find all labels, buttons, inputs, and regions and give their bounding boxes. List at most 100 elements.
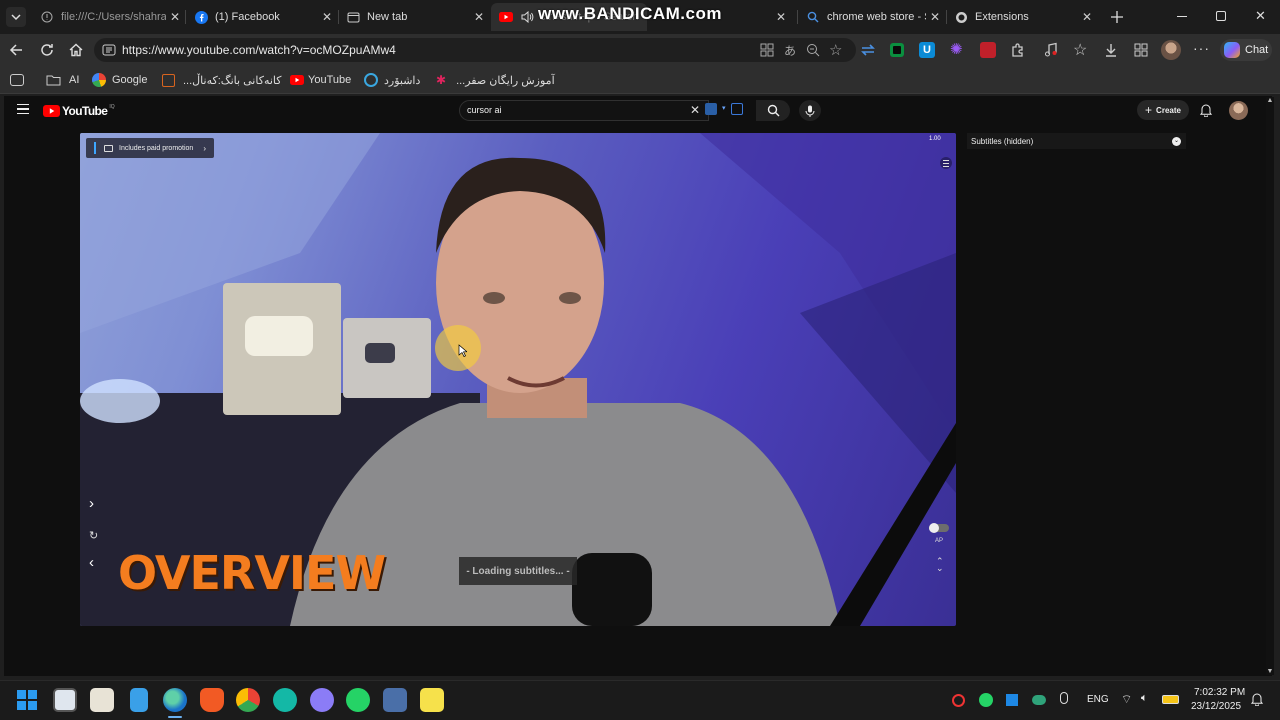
edge-browser-icon[interactable] bbox=[163, 688, 187, 712]
close-icon[interactable]: ✕ bbox=[926, 10, 944, 24]
restore-button[interactable] bbox=[1216, 11, 1226, 21]
volume-icon[interactable]: 🔈︎ bbox=[1141, 692, 1148, 705]
bookmark-kanal[interactable]: کانەکانی بانگ‌:کەناڵ... bbox=[162, 72, 282, 88]
language-indicator[interactable]: ENG bbox=[1087, 694, 1109, 705]
downloads-icon[interactable] bbox=[1103, 42, 1119, 58]
search-input[interactable]: cursor ai bbox=[467, 105, 502, 115]
zoom-icon[interactable] bbox=[806, 43, 820, 57]
bookmark-ai[interactable]: AI bbox=[46, 72, 79, 88]
chevron-left-icon[interactable]: ‹ bbox=[89, 554, 94, 571]
subtitles-panel[interactable]: Subtitles (hidden) ⌄ bbox=[967, 133, 1186, 149]
translate-icon[interactable]: あ bbox=[784, 42, 796, 59]
notification-bell-icon[interactable] bbox=[1250, 692, 1264, 707]
reload-icon[interactable]: ↻ bbox=[89, 529, 98, 542]
sync-icon[interactable] bbox=[860, 42, 876, 58]
chrome-browser-icon[interactable] bbox=[236, 688, 260, 712]
minimize-button[interactable] bbox=[1177, 16, 1187, 17]
menu-icon[interactable] bbox=[17, 104, 29, 114]
copilot-chat-button[interactable]: Chat bbox=[1220, 39, 1272, 61]
close-icon[interactable]: ✕ bbox=[776, 10, 786, 24]
dropdown-icon[interactable]: ▾ bbox=[722, 103, 726, 115]
create-button[interactable]: + Create bbox=[1137, 100, 1189, 120]
more-menu-icon[interactable]: ··· bbox=[1193, 40, 1210, 56]
tab-title: New tab bbox=[367, 11, 408, 23]
extension-green-icon[interactable] bbox=[890, 43, 904, 57]
close-icon[interactable]: ✕ bbox=[1078, 10, 1096, 24]
sticky-notes-icon[interactable] bbox=[420, 688, 444, 712]
player-menu-icon[interactable] bbox=[940, 157, 952, 169]
bookmark-dashboard[interactable]: داشبۆرد bbox=[364, 72, 420, 88]
home-button[interactable] bbox=[68, 42, 84, 58]
profile-avatar[interactable] bbox=[1161, 40, 1181, 60]
voice-search-button[interactable] bbox=[799, 100, 821, 121]
close-icon[interactable]: ✕ bbox=[318, 10, 336, 24]
tray-blue-icon[interactable] bbox=[1006, 694, 1018, 706]
close-icon[interactable]: ✕ bbox=[166, 10, 184, 24]
tab-chrome-web-store[interactable]: chrome web store - Sea ✕ bbox=[798, 3, 944, 31]
media-control-icon[interactable] bbox=[1043, 42, 1059, 58]
windows-start-icon[interactable] bbox=[17, 690, 37, 710]
extension-red-icon[interactable] bbox=[980, 42, 996, 58]
clear-search-icon[interactable]: ✕ bbox=[690, 103, 700, 117]
tab-extensions[interactable]: Extensions ✕ bbox=[946, 3, 1096, 31]
battery-icon[interactable] bbox=[1162, 695, 1179, 704]
speaker-icon[interactable] bbox=[520, 11, 534, 23]
favorite-star-icon[interactable]: ☆ bbox=[829, 41, 842, 59]
search-extension-icons[interactable]: ▾ bbox=[705, 103, 743, 115]
whatsapp-tray-icon[interactable] bbox=[979, 693, 993, 707]
tab-title: Extensions bbox=[975, 11, 1029, 23]
file-explorer-icon[interactable] bbox=[383, 688, 407, 712]
bookmark-google[interactable]: Google bbox=[92, 72, 147, 88]
record-icon[interactable] bbox=[952, 694, 965, 707]
playback-speed[interactable]: 1.00 bbox=[929, 136, 941, 142]
app-circle-icon[interactable] bbox=[310, 688, 334, 712]
wifi-icon[interactable]: ⌔ bbox=[1121, 692, 1132, 707]
address-bar[interactable]: https://www.youtube.com/watch?v=ocMOZpuA… bbox=[94, 38, 856, 62]
notes-app-icon[interactable] bbox=[130, 688, 148, 712]
video-player[interactable]: Includes paid promotion › 1.00 › ↻ ‹ OVE… bbox=[80, 133, 956, 626]
tray-cloud-icon[interactable] bbox=[1032, 695, 1046, 705]
collections-icon[interactable] bbox=[1133, 42, 1149, 58]
search-button[interactable] bbox=[756, 100, 790, 121]
bookmark-free-training[interactable]: ✱ آموزش رایگان صفر... bbox=[436, 72, 555, 88]
notepad-app-icon[interactable] bbox=[53, 688, 77, 712]
favorites-icon[interactable]: ☆ bbox=[1073, 40, 1087, 60]
cursor-editor-icon[interactable] bbox=[273, 688, 297, 712]
site-info-icon[interactable] bbox=[96, 44, 122, 56]
brave-browser-icon[interactable] bbox=[200, 688, 224, 712]
clock-date[interactable]: 23/12/2025 bbox=[1191, 701, 1241, 712]
page-scrollbar[interactable]: ▲ ▼ bbox=[1266, 97, 1274, 675]
account-avatar[interactable] bbox=[1229, 101, 1248, 120]
bookmark-youtube[interactable]: YouTube bbox=[290, 72, 351, 88]
search-box[interactable]: cursor ai ✕ bbox=[459, 100, 709, 121]
extension-u-icon[interactable]: U bbox=[919, 42, 935, 58]
subtitle-extension-icon[interactable] bbox=[730, 103, 743, 115]
clock-time[interactable]: 7:02:32 PM bbox=[1194, 687, 1245, 698]
expand-icon[interactable]: ⌃ ⌄ bbox=[936, 557, 944, 573]
chevron-right-icon[interactable]: › bbox=[89, 495, 94, 512]
tab-new-tab[interactable]: New tab ✕ bbox=[338, 3, 488, 31]
autoplay-toggle[interactable] bbox=[929, 523, 949, 533]
notifications-icon[interactable] bbox=[1199, 103, 1213, 118]
extension-gear-purple-icon[interactable]: ✺ bbox=[950, 42, 966, 58]
whatsapp-icon[interactable] bbox=[346, 688, 370, 712]
back-button[interactable] bbox=[8, 42, 24, 58]
tab-file[interactable]: file:///C:/Users/shahram ✕ bbox=[32, 3, 184, 31]
paint-app-icon[interactable] bbox=[90, 688, 114, 712]
chevron-down-icon[interactable]: ⌄ bbox=[1172, 136, 1181, 146]
tab-list-button[interactable] bbox=[6, 7, 26, 27]
tab-actions-icon[interactable] bbox=[10, 74, 24, 86]
apps-icon[interactable] bbox=[760, 43, 774, 57]
extensions-puzzle-icon[interactable] bbox=[1010, 42, 1026, 58]
paid-promotion-badge[interactable]: Includes paid promotion › bbox=[86, 138, 214, 158]
close-window-button[interactable]: ✕ bbox=[1255, 8, 1266, 24]
chevron-down-icon bbox=[11, 14, 21, 21]
close-icon[interactable]: ✕ bbox=[470, 10, 488, 24]
home-icon bbox=[69, 43, 83, 57]
youtube-logo[interactable]: YouTube IQ bbox=[43, 104, 115, 118]
translate-extension-icon[interactable] bbox=[705, 103, 717, 115]
microphone-tray-icon[interactable] bbox=[1060, 692, 1068, 704]
new-tab-button[interactable] bbox=[1108, 8, 1126, 26]
tab-facebook[interactable]: (1) Facebook ✕ bbox=[186, 3, 336, 31]
refresh-button[interactable] bbox=[39, 42, 55, 58]
